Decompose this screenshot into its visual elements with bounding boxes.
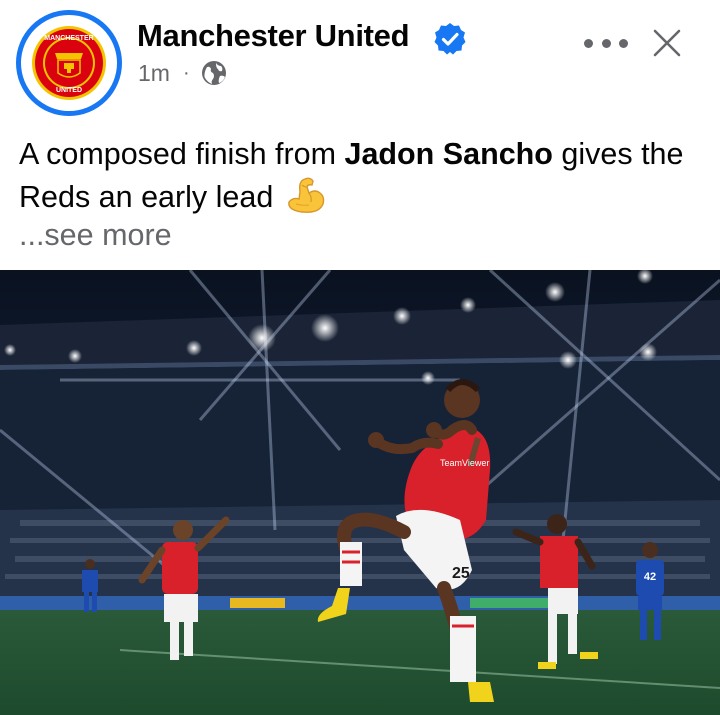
page-name[interactable]: Manchester United [137, 18, 410, 54]
globe-icon[interactable] [201, 60, 227, 86]
crest-bottom-text: UNITED [56, 87, 82, 94]
club-crest-icon: MANCHESTER UNITED [32, 26, 106, 100]
flexed-biceps-emoji [288, 177, 325, 213]
more-options-button[interactable] [584, 26, 628, 60]
club-crest: MANCHESTER UNITED [21, 15, 117, 111]
more-dot [619, 38, 628, 48]
verified-badge-icon [434, 23, 466, 55]
post-photo[interactable]: 42 TeamViewer 25 [0, 270, 720, 715]
more-dot [584, 38, 593, 48]
more-dot [601, 38, 611, 48]
opponent-shirt-number: 42 [644, 571, 656, 583]
see-more-link[interactable]: ...see more [19, 218, 172, 253]
shirt-sponsor: TeamViewer [440, 458, 489, 468]
shirt-number: 25 [452, 565, 470, 582]
crest-top-text: MANCHESTER [44, 35, 93, 42]
post-caption: A composed finish from Jadon Sancho give… [19, 134, 709, 218]
facebook-post: MANCHESTER UNITED Manchester United 1m · [0, 0, 720, 715]
meta-separator: · [182, 61, 190, 84]
football-celebration-photo: 42 TeamViewer 25 [0, 270, 720, 715]
caption-text-prefix: A composed finish from [19, 137, 345, 171]
post-meta: 1m · [138, 58, 227, 88]
page-avatar[interactable]: MANCHESTER UNITED [16, 10, 122, 116]
close-icon[interactable] [652, 28, 682, 58]
post-header: MANCHESTER UNITED Manchester United 1m · [0, 0, 720, 120]
post-timestamp[interactable]: 1m [138, 60, 170, 87]
caption-tagged-name: Jadon Sancho [344, 137, 553, 171]
